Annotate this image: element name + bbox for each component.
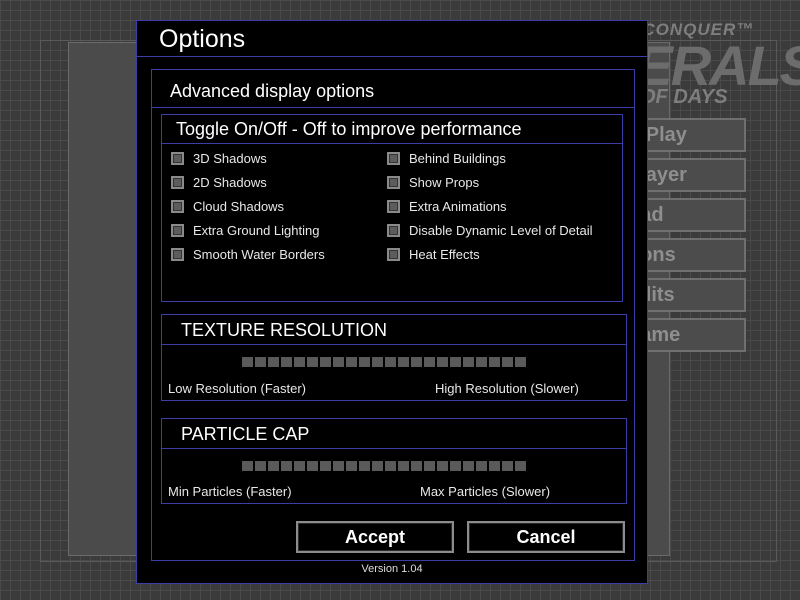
option-cloud-shadows[interactable]: Cloud Shadows bbox=[171, 197, 284, 215]
slider-segment[interactable] bbox=[476, 357, 487, 367]
slider-segment[interactable] bbox=[385, 461, 396, 471]
slider-segment[interactable] bbox=[255, 357, 266, 367]
advanced-display-panel: Advanced display options Toggle On/Off -… bbox=[151, 69, 635, 561]
texture-title: TEXTURE RESOLUTION bbox=[181, 320, 388, 340]
version-label: Version 1.04 bbox=[361, 563, 423, 575]
slider-segment[interactable] bbox=[450, 357, 461, 367]
slider-segment[interactable] bbox=[489, 357, 500, 367]
slider-segment[interactable] bbox=[398, 461, 409, 471]
slider-segment[interactable] bbox=[294, 357, 305, 367]
option-label: Heat Effects bbox=[409, 246, 480, 262]
slider-segment[interactable] bbox=[307, 461, 318, 471]
particle-title: PARTICLE CAP bbox=[181, 424, 310, 444]
option-label: Show Props bbox=[409, 174, 480, 190]
slider-segment[interactable] bbox=[502, 357, 513, 367]
particle-cap-slider[interactable] bbox=[242, 461, 526, 471]
slider-segment[interactable] bbox=[359, 461, 370, 471]
slider-segment[interactable] bbox=[333, 357, 344, 367]
slider-segment[interactable] bbox=[437, 461, 448, 471]
option-3d-shadows[interactable]: 3D Shadows bbox=[171, 149, 267, 167]
particle-max-label: Max Particles (Slower) bbox=[420, 484, 551, 499]
option-smooth-water-borders[interactable]: Smooth Water Borders bbox=[171, 245, 325, 263]
slider-segment[interactable] bbox=[476, 461, 487, 471]
slider-segment[interactable] bbox=[411, 461, 422, 471]
slider-segment[interactable] bbox=[398, 357, 409, 367]
checkbox[interactable] bbox=[387, 247, 400, 261]
cancel-button[interactable]: Cancel bbox=[467, 521, 625, 553]
slider-segment[interactable] bbox=[320, 357, 331, 367]
slider-segment[interactable] bbox=[450, 461, 461, 471]
slider-segment[interactable] bbox=[515, 357, 526, 367]
slider-segment[interactable] bbox=[294, 461, 305, 471]
option-label: Extra Ground Lighting bbox=[193, 222, 320, 238]
texture-divider bbox=[162, 344, 626, 345]
slider-segment[interactable] bbox=[372, 461, 383, 471]
slider-segment[interactable] bbox=[411, 357, 422, 367]
option-label: 3D Shadows bbox=[193, 150, 267, 166]
logo-line-3: OF DAYS bbox=[640, 86, 728, 108]
particle-divider bbox=[162, 448, 626, 449]
slider-segment[interactable] bbox=[242, 461, 253, 471]
slider-segment[interactable] bbox=[268, 357, 279, 367]
slider-segment[interactable] bbox=[463, 461, 474, 471]
option-heat-effects[interactable]: Heat Effects bbox=[387, 245, 480, 263]
checkbox[interactable] bbox=[171, 151, 184, 165]
checkbox[interactable] bbox=[387, 199, 400, 213]
slider-segment[interactable] bbox=[268, 461, 279, 471]
title-divider bbox=[137, 56, 647, 57]
slider-segment[interactable] bbox=[281, 357, 292, 367]
slider-segment[interactable] bbox=[515, 461, 526, 471]
texture-resolution-group: TEXTURE RESOLUTION Low Resolution (Faste… bbox=[161, 314, 627, 401]
particle-min-label: Min Particles (Faster) bbox=[168, 484, 292, 499]
slider-segment[interactable] bbox=[424, 461, 435, 471]
slider-segment[interactable] bbox=[372, 357, 383, 367]
slider-segment[interactable] bbox=[255, 461, 266, 471]
option-extra-ground-lighting[interactable]: Extra Ground Lighting bbox=[171, 221, 319, 239]
option-label: Extra Animations bbox=[409, 198, 507, 214]
accept-button[interactable]: Accept bbox=[296, 521, 454, 553]
texture-resolution-slider[interactable] bbox=[242, 357, 526, 367]
checkbox[interactable] bbox=[387, 223, 400, 237]
options-dialog: Options Advanced display options Toggle … bbox=[136, 20, 648, 584]
option-label: 2D Shadows bbox=[193, 174, 267, 190]
slider-segment[interactable] bbox=[346, 461, 357, 471]
slider-segment[interactable] bbox=[281, 461, 292, 471]
dialog-title: Options bbox=[159, 25, 246, 53]
advanced-title: Advanced display options bbox=[170, 81, 375, 101]
option-label: Cloud Shadows bbox=[193, 198, 285, 214]
slider-segment[interactable] bbox=[424, 357, 435, 367]
texture-min-label: Low Resolution (Faster) bbox=[168, 381, 306, 396]
checkbox[interactable] bbox=[171, 199, 184, 213]
checkbox[interactable] bbox=[171, 175, 184, 189]
slider-segment[interactable] bbox=[385, 357, 396, 367]
texture-max-label: High Resolution (Slower) bbox=[435, 381, 579, 396]
slider-segment[interactable] bbox=[333, 461, 344, 471]
option-label: Behind Buildings bbox=[409, 150, 506, 166]
slider-segment[interactable] bbox=[320, 461, 331, 471]
checkbox[interactable] bbox=[171, 247, 184, 261]
slider-segment[interactable] bbox=[359, 357, 370, 367]
slider-segment[interactable] bbox=[242, 357, 253, 367]
option-extra-animations[interactable]: Extra Animations bbox=[387, 197, 507, 215]
slider-segment[interactable] bbox=[502, 461, 513, 471]
option-behind-buildings[interactable]: Behind Buildings bbox=[387, 149, 506, 167]
checkbox[interactable] bbox=[387, 175, 400, 189]
option-show-props[interactable]: Show Props bbox=[387, 173, 479, 191]
checkbox[interactable] bbox=[171, 223, 184, 237]
slider-segment[interactable] bbox=[463, 357, 474, 367]
toggle-group-divider bbox=[162, 143, 622, 144]
option-disable-dynamic-lod[interactable]: Disable Dynamic Level of Detail bbox=[387, 221, 593, 239]
particle-cap-group: PARTICLE CAP Min Particles (Faster) Max … bbox=[161, 418, 627, 504]
slider-segment[interactable] bbox=[437, 357, 448, 367]
option-label: Smooth Water Borders bbox=[193, 246, 325, 262]
slider-segment[interactable] bbox=[346, 357, 357, 367]
slider-segment[interactable] bbox=[489, 461, 500, 471]
checkbox[interactable] bbox=[387, 151, 400, 165]
advanced-divider bbox=[152, 107, 634, 108]
toggle-group: Toggle On/Off - Off to improve performan… bbox=[161, 114, 623, 302]
toggle-group-title: Toggle On/Off - Off to improve performan… bbox=[176, 119, 522, 139]
option-label: Disable Dynamic Level of Detail bbox=[409, 222, 593, 238]
option-2d-shadows[interactable]: 2D Shadows bbox=[171, 173, 267, 191]
slider-segment[interactable] bbox=[307, 357, 318, 367]
